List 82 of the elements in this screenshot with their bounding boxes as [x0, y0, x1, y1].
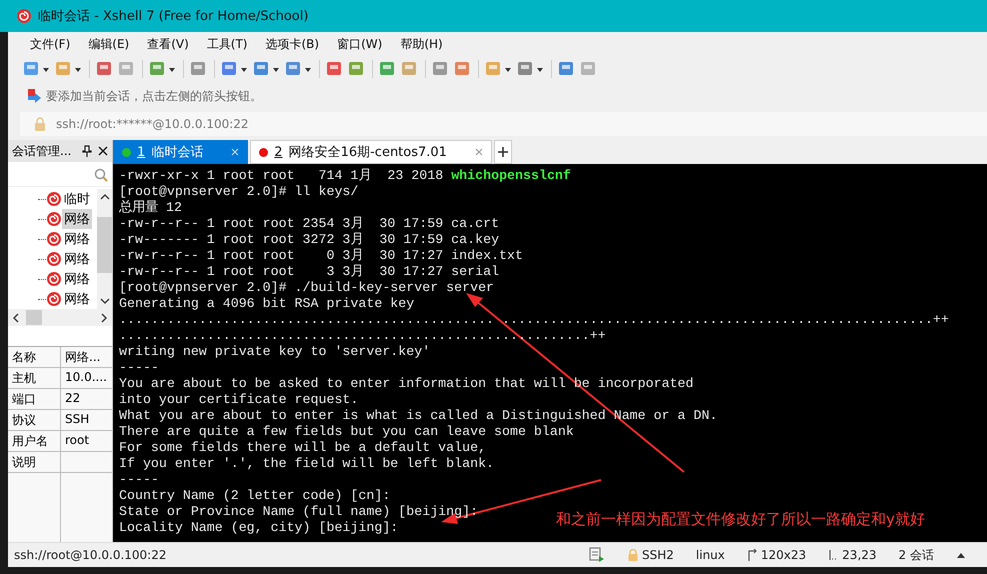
terminal-line: writing new private key to 'server.key' — [119, 344, 430, 360]
terminal-line: -rw-r--r-- 1 root root 3 3月 30 17:27 serial — [119, 264, 500, 280]
terminal-line: There are quite a few fields but you can leave some blank — [119, 424, 574, 440]
terminal-line: -rwxr-xr-x 1 root root 714 1月 23 2018 whichopensslcnf — [119, 168, 571, 184]
menu-item[interactable]: 窗口(W) — [333, 34, 386, 54]
session-item[interactable]: 临时 — [62, 189, 92, 209]
connection-address: ssh://root@10.0.0.100:22 — [14, 548, 168, 562]
menu-item[interactable]: 选项卡(B) — [262, 34, 324, 54]
property-name: 主机 — [8, 368, 61, 388]
session-count-label: 2 会话 — [898, 546, 934, 564]
scrollbar[interactable] — [8, 309, 112, 326]
scroll-left-icon[interactable] — [12, 312, 20, 322]
scroll-up-icon[interactable] — [100, 193, 110, 201]
scroll-thumb[interactable] — [97, 217, 112, 273]
terminal-type-label: linux — [696, 548, 725, 562]
terminal-line: -rw-r--r-- 1 root root 0 3月 30 17:27 index.txt — [119, 248, 523, 264]
cursor-position-label: 23,23 — [842, 548, 877, 562]
terminal-size-label: 120x23 — [760, 548, 806, 562]
terminal-line: Generating a 4096 bit RSA private key — [119, 296, 414, 312]
session-item[interactable]: 网络 — [62, 249, 92, 269]
terminal-line: What you are about to enter is what is called a Distinguished Name or a DN. — [119, 408, 718, 424]
session-item[interactable]: 网络 — [62, 209, 92, 229]
new-tab-button[interactable] — [494, 140, 512, 164]
cursor-position-icon — [828, 549, 838, 561]
terminal-line: 总用量 12 — [119, 200, 182, 216]
terminal-line: If you enter '.', the field will be left blank. — [119, 456, 494, 472]
protocol-label: SSH2 — [642, 548, 674, 562]
script-icon[interactable] — [588, 547, 606, 563]
scroll-thumb[interactable] — [26, 310, 42, 325]
menu-item[interactable]: 编辑(E) — [84, 34, 134, 54]
terminal-line: Locality Name (eg, city) [beijing]: — [119, 520, 398, 536]
menu-item[interactable]: 查看(V) — [143, 34, 193, 54]
session-item[interactable]: 网络 — [62, 269, 92, 289]
property-name: 用户名 — [8, 431, 61, 451]
terminal-line: For some fields there will be a default value, — [119, 440, 486, 456]
property-name: 端口 — [8, 389, 61, 409]
window-title: 临时会话 - Xshell 7 (Free for Home/School) — [38, 8, 308, 25]
caret-up-icon[interactable] — [956, 552, 966, 558]
terminal-line: -rw-r--r-- 1 root root 2354 3月 30 17:59 ca.crt — [119, 216, 500, 232]
property-name: 名称 — [8, 347, 61, 367]
panel-title: 会话管理... — [12, 142, 72, 160]
plus-icon — [498, 147, 508, 157]
resize-icon — [746, 549, 757, 561]
pin-icon[interactable] — [82, 145, 92, 157]
session-tab[interactable]: 1 临时会话 — [113, 140, 248, 164]
session-icon — [46, 211, 62, 227]
session-icon — [46, 291, 62, 307]
session-tab[interactable]: 2 网络安全16期-centos7.01 — [250, 140, 492, 164]
session-icon — [46, 271, 62, 287]
session-icon — [46, 251, 62, 267]
menu-item[interactable]: 工具(T) — [202, 34, 252, 54]
property-value: SSH — [64, 411, 90, 428]
session-icon — [46, 231, 62, 247]
annotation-text: 和之前一样因为配置文件修改好了所以一路确定和y就好 — [556, 510, 925, 529]
terminal-line: ----- — [119, 472, 159, 488]
scrollbar[interactable] — [97, 189, 112, 309]
terminal-line: Country Name (2 letter code) [cn]: — [119, 488, 390, 504]
app-logo-icon — [16, 8, 32, 24]
terminal-line: ----- — [119, 360, 159, 376]
menu-item[interactable]: 帮助(H) — [396, 34, 447, 54]
terminal-line: -rw------- 1 root root 3272 3月 30 17:59 ca.key — [119, 232, 500, 248]
session-icon — [46, 191, 62, 207]
property-name: 协议 — [8, 410, 61, 430]
add-session-arrow-icon[interactable] — [26, 88, 42, 104]
scroll-down-icon[interactable] — [100, 297, 110, 305]
terminal-line: into your certificate request. — [119, 392, 358, 408]
address-field[interactable]: ssh://root:******@10.0.0.100:22 — [20, 112, 987, 136]
menu-item[interactable]: 文件(F) — [26, 34, 74, 54]
property-value: 10.0.... — [64, 369, 108, 386]
terminal-line: State or Province Name (full name) [beijing]: — [119, 504, 478, 520]
hint-text: 要添加当前会话，点击左侧的箭头按钮。 — [46, 88, 262, 104]
scroll-right-icon[interactable] — [100, 312, 108, 322]
property-value: 22 — [64, 390, 82, 407]
session-item[interactable]: 网络 — [62, 289, 92, 309]
property-name: 说明 — [8, 452, 61, 472]
property-value: 网络... — [64, 349, 102, 366]
terminal-line: ............................................... ......................................................++ — [119, 312, 949, 328]
session-item[interactable]: 网络 — [62, 229, 92, 249]
terminal-line: [root@vpnserver 2.0]# ll keys/ — [119, 184, 358, 200]
property-value: root — [64, 432, 90, 449]
terminal-line: [root@vpnserver 2.0]# ./build-key-server server — [119, 280, 494, 296]
close-icon[interactable] — [98, 146, 108, 156]
